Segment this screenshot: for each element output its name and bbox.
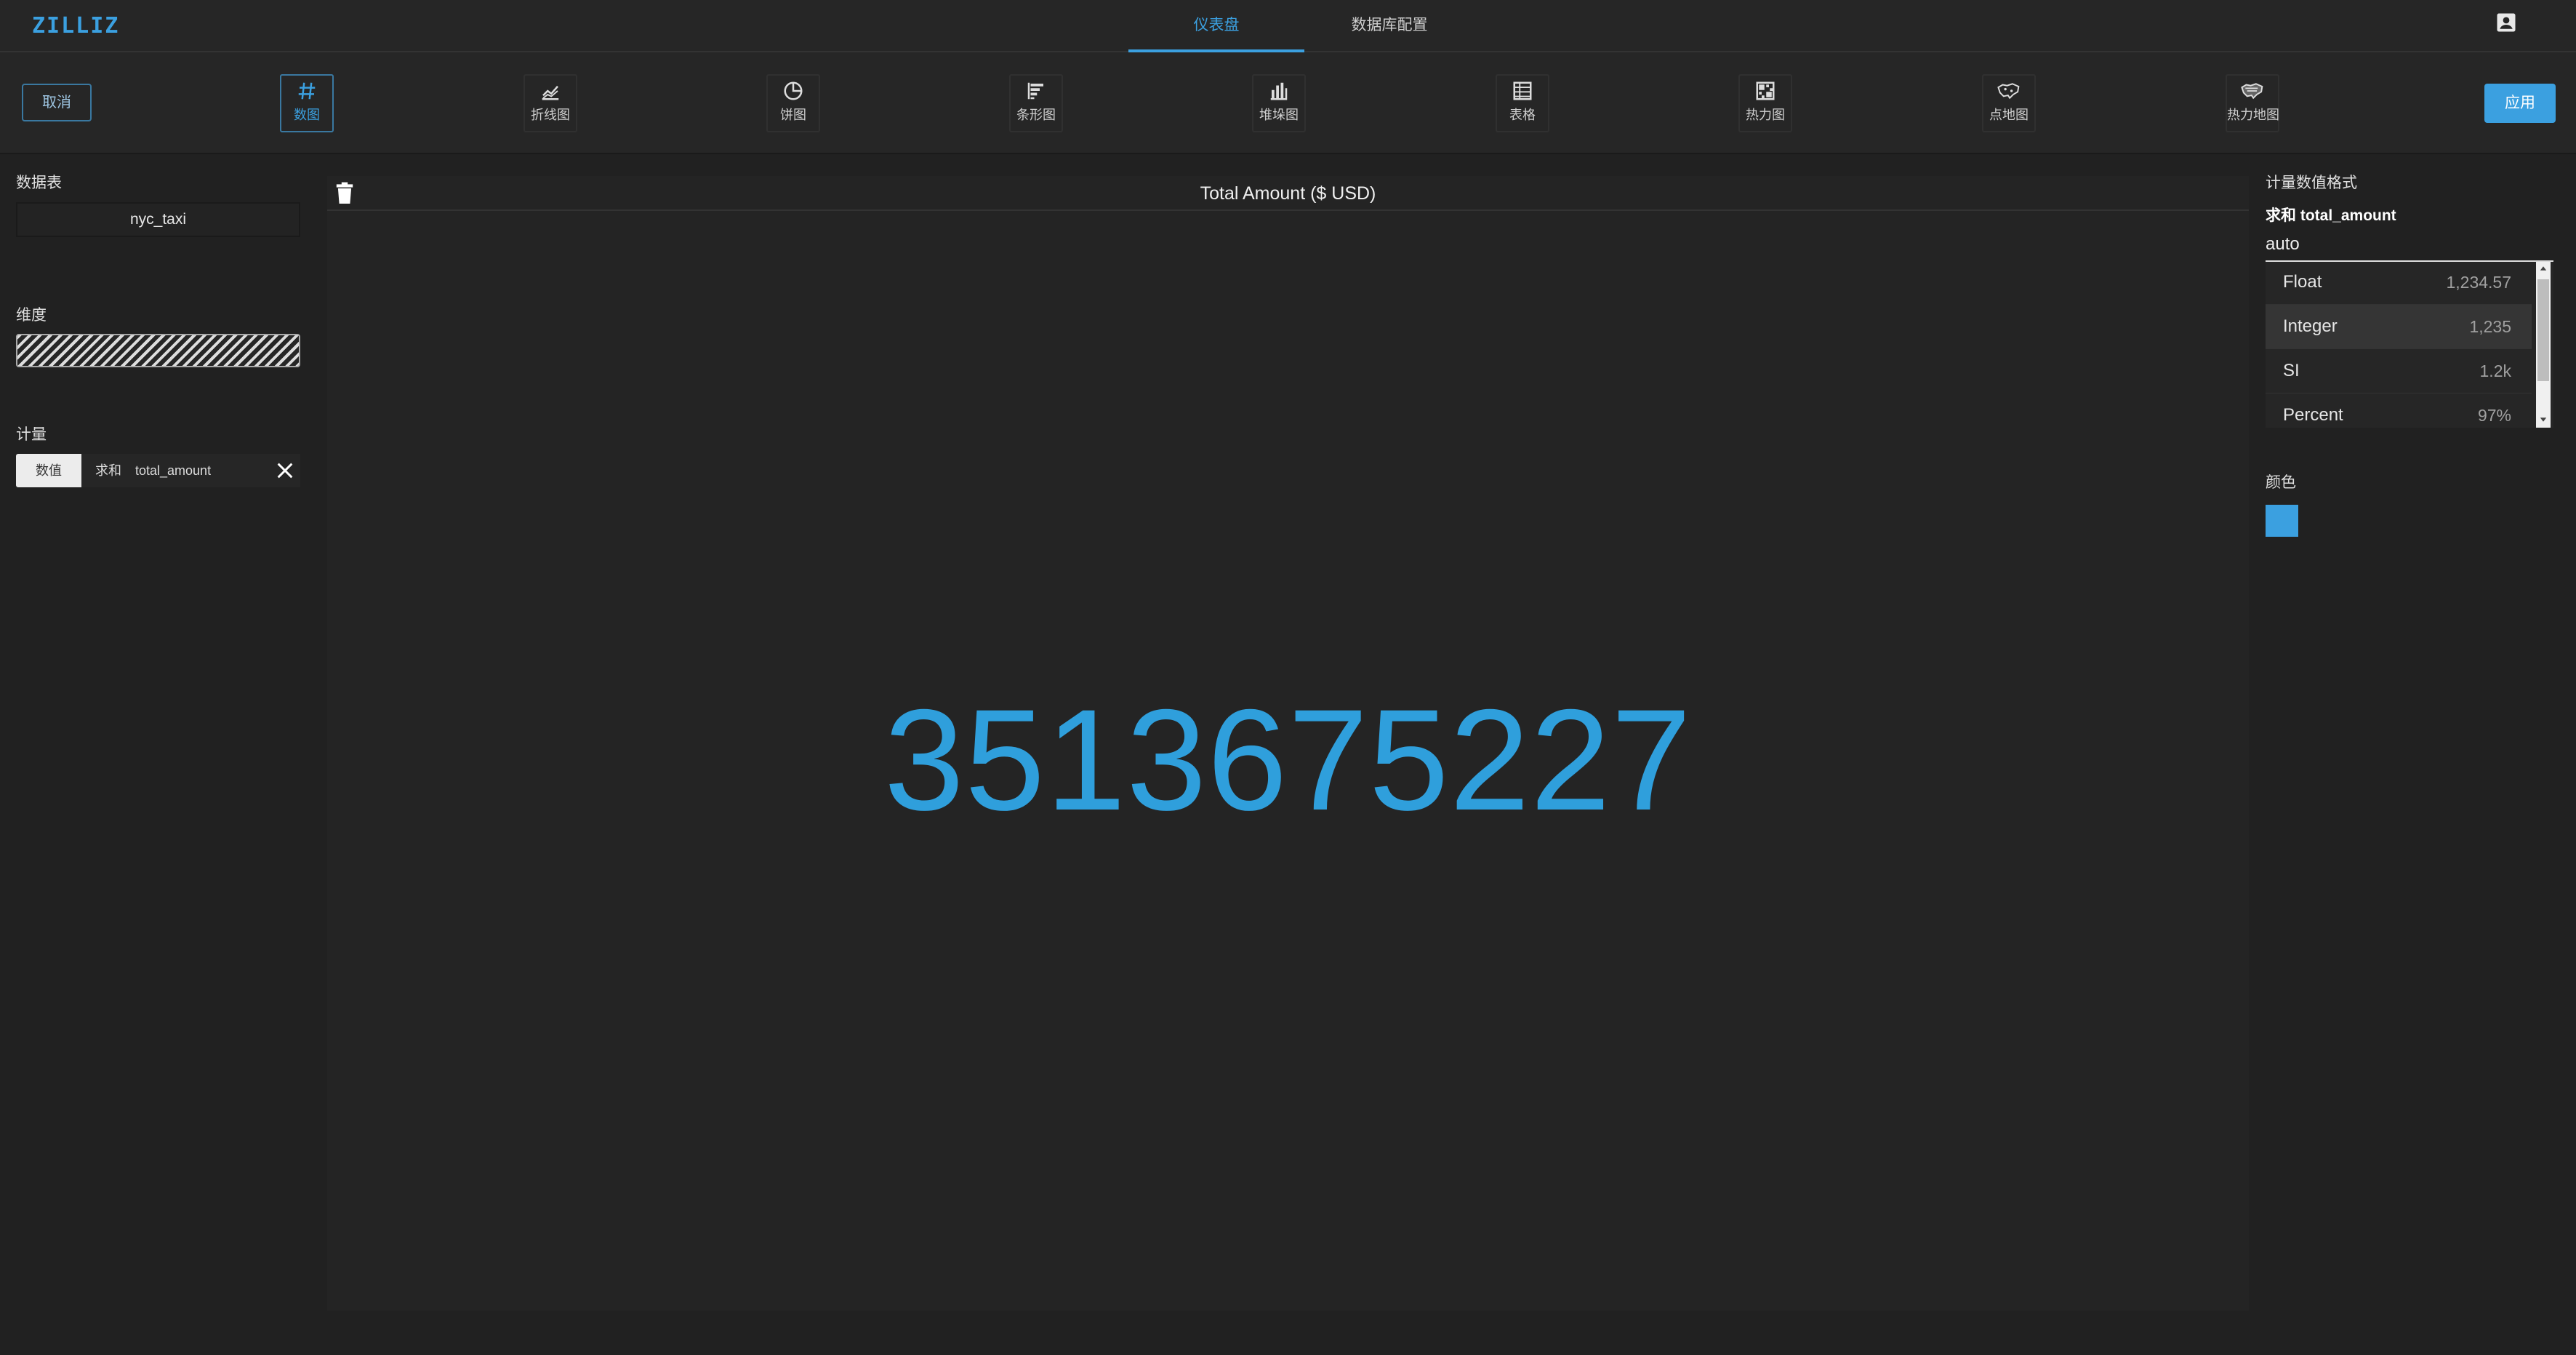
chart-type-heatmap[interactable]: 热力图 bbox=[1738, 74, 1792, 132]
pie-chart-icon bbox=[784, 81, 803, 100]
format-example: 1,234.57 bbox=[2446, 273, 2511, 292]
format-example: 1,235 bbox=[2469, 317, 2511, 336]
format-name: Percent bbox=[2283, 405, 2343, 425]
format-select-value[interactable]: auto bbox=[2266, 234, 2300, 255]
chart-type-label: 点地图 bbox=[1989, 108, 2029, 122]
number-value: 3513675227 bbox=[883, 679, 1693, 840]
tab-dashboard[interactable]: 仪表盘 bbox=[1128, 0, 1304, 52]
dimension-section-title: 维度 bbox=[16, 307, 47, 324]
format-option-percent[interactable]: Percent 97% bbox=[2266, 393, 2532, 428]
chart-type-stacked[interactable]: 堆垛图 bbox=[1252, 74, 1306, 132]
color-section-title: 颜色 bbox=[2266, 474, 2296, 491]
chart-type-bar[interactable]: 条形图 bbox=[1009, 74, 1063, 132]
chart-type-label: 堆垛图 bbox=[1259, 108, 1299, 122]
chart-type-label: 表格 bbox=[1509, 108, 1536, 122]
scrollbar-thumb[interactable] bbox=[2537, 279, 2549, 381]
point-map-icon bbox=[1997, 83, 2020, 100]
bar-chart-icon bbox=[1027, 82, 1043, 100]
chart-type-pie[interactable]: 饼图 bbox=[766, 74, 820, 132]
chart-type-label: 条形图 bbox=[1016, 108, 1056, 122]
measure-aggregation[interactable]: 求和 bbox=[95, 454, 121, 487]
line-chart-icon bbox=[542, 85, 559, 100]
chart-type-label: 热力地图 bbox=[2227, 108, 2279, 122]
format-section-title: 计量数值格式 bbox=[2266, 175, 2357, 191]
chart-type-table[interactable]: 表格 bbox=[1496, 74, 1549, 132]
hash-icon bbox=[298, 82, 316, 100]
chart-type-line[interactable]: 折线图 bbox=[523, 74, 577, 132]
chart-title: Total Amount ($ USD) bbox=[1200, 183, 1376, 204]
stacked-chart-icon bbox=[1270, 82, 1288, 100]
chart-type-point-map[interactable]: 点地图 bbox=[1982, 74, 2036, 132]
chart-type-label: 数图 bbox=[294, 108, 320, 122]
apply-button[interactable]: 应用 bbox=[2484, 84, 2556, 123]
scroll-up-icon[interactable] bbox=[2538, 263, 2548, 273]
chart-type-label: 热力图 bbox=[1746, 108, 1785, 122]
measure-section-title: 计量 bbox=[16, 426, 47, 443]
format-example: 97% bbox=[2477, 406, 2511, 425]
zilliz-logo[interactable]: ZILLIZ bbox=[32, 13, 119, 39]
chart-type-label: 饼图 bbox=[780, 108, 806, 122]
close-icon[interactable] bbox=[273, 459, 297, 482]
tab-database-config[interactable]: 数据库配置 bbox=[1304, 0, 1474, 52]
heatmap-icon bbox=[1756, 81, 1775, 100]
format-name: Float bbox=[2283, 272, 2322, 292]
format-name: SI bbox=[2283, 361, 2300, 380]
chart-type-heat-map[interactable]: 热力地图 bbox=[2226, 74, 2279, 132]
measure-name: 求和 total_amount bbox=[2266, 207, 2396, 224]
scroll-down-icon[interactable] bbox=[2538, 415, 2548, 425]
measure-field[interactable]: total_amount bbox=[135, 454, 211, 487]
table-section-title: 数据表 bbox=[16, 175, 62, 191]
dimension-drop-zone[interactable] bbox=[16, 334, 300, 367]
format-option-si[interactable]: SI 1.2k bbox=[2266, 349, 2532, 393]
format-option-float[interactable]: Float 1,234.57 bbox=[2266, 262, 2532, 305]
table-select[interactable]: nyc_taxi bbox=[16, 202, 300, 237]
format-option-integer[interactable]: Integer 1,235 bbox=[2266, 305, 2532, 349]
measure-type-button[interactable]: 数值 bbox=[16, 454, 81, 487]
cancel-button[interactable]: 取消 bbox=[22, 84, 92, 121]
chart-type-number[interactable]: 数图 bbox=[280, 74, 334, 132]
format-name: Integer bbox=[2283, 316, 2338, 336]
table-icon bbox=[1513, 81, 1532, 100]
heat-map-icon bbox=[2241, 83, 2263, 100]
account-icon[interactable] bbox=[2495, 12, 2517, 33]
format-example: 1.2k bbox=[2479, 361, 2511, 380]
chart-type-label: 折线图 bbox=[531, 108, 570, 122]
color-swatch[interactable] bbox=[2266, 505, 2298, 537]
format-list: Float 1,234.57 Integer 1,235 SI 1.2k Per… bbox=[2266, 260, 2553, 428]
